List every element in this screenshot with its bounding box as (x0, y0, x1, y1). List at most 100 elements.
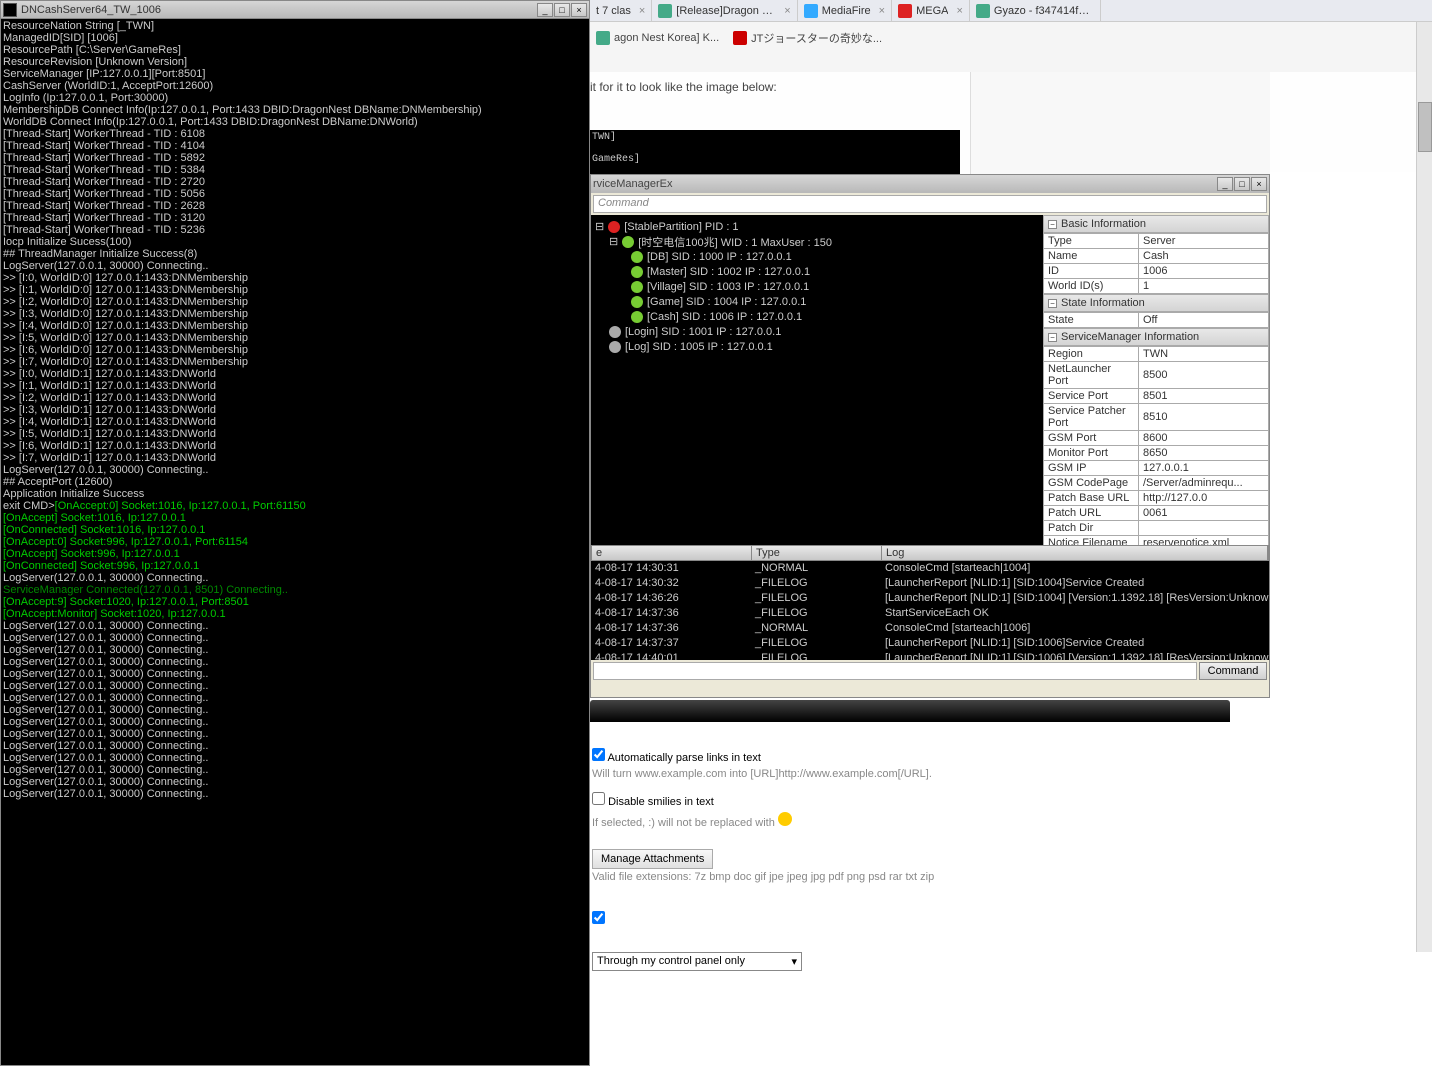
command-row: Command (591, 660, 1269, 682)
bookmark-link[interactable]: JTジョースターの奇妙な... (733, 30, 882, 46)
state-info-header[interactable]: −State Information (1043, 294, 1269, 312)
notification-dropdown[interactable]: Through my control panel only▾ (592, 952, 802, 971)
col-log[interactable]: Log (882, 546, 1268, 560)
browser-toolbar: agon Nest Korea] K... JTジョースターの奇妙な... (590, 22, 1432, 72)
favicon-icon (976, 4, 990, 18)
tab-2[interactable]: MediaFire× (798, 0, 892, 21)
log-row[interactable]: 4-08-17 14:37:36_FILELOGStartServiceEach… (591, 606, 1269, 621)
command-input[interactable] (593, 662, 1197, 680)
server-icon (631, 296, 643, 308)
favicon-icon (596, 31, 610, 45)
col-time[interactable]: e (592, 546, 752, 560)
extensions-hint: Valid file extensions: 7z bmp doc gif jp… (592, 871, 1228, 883)
scrollbar-thumb[interactable] (1418, 102, 1432, 152)
option-parse-links: Automatically parse links in text (592, 748, 1228, 764)
tree-db[interactable]: [DB] SID : 1000 IP : 127.0.0.1 (595, 249, 1039, 264)
forum-header-bar (590, 700, 1230, 722)
server-icon (631, 311, 643, 323)
log-rows[interactable]: 4-08-17 14:30:31_NORMALConsoleCmd [start… (591, 561, 1269, 660)
world-icon (622, 236, 634, 248)
close-button[interactable]: × (1251, 177, 1267, 191)
close-icon[interactable]: × (956, 5, 962, 17)
tree-village[interactable]: [Village] SID : 1003 IP : 127.0.0.1 (595, 279, 1039, 294)
server-icon (609, 341, 621, 353)
command-input-top[interactable]: Command (593, 195, 1267, 213)
console-log1: LogServer(127.0.0.1, 30000) Connecting.. (3, 572, 208, 584)
screenshot-preview: TWN] GameRes] (590, 130, 960, 180)
option-label: Disable smilies in text (608, 796, 714, 808)
close-button[interactable]: × (571, 3, 587, 17)
console-title: DNCashServer64_TW_1006 (21, 4, 537, 16)
close-icon[interactable]: × (784, 5, 790, 17)
browser-tabstrip: t 7 clas× [Release]Dragon Nest 7 cla× Me… (590, 0, 1432, 22)
tree-cash[interactable]: [Cash] SID : 1006 IP : 127.0.0.1 (595, 309, 1039, 324)
disable-smilies-checkbox[interactable] (592, 792, 605, 805)
log-row[interactable]: 4-08-17 14:30:32_FILELOG[LauncherReport … (591, 576, 1269, 591)
manage-attachments-button[interactable]: Manage Attachments (592, 849, 713, 869)
cmd-icon (3, 3, 17, 17)
forum-options-panel: Automatically parse links in text Will t… (590, 700, 1230, 975)
tab-4[interactable]: Gyazo - f347414f379 (970, 0, 1101, 21)
close-icon[interactable]: × (639, 5, 645, 17)
collapse-icon[interactable]: − (1048, 220, 1057, 229)
console-titlebar[interactable]: DNCashServer64_TW_1006 _ □ × (1, 1, 589, 19)
favicon-icon (898, 4, 912, 18)
console-exit: exit CMD> (3, 500, 55, 512)
browser-scrollbar[interactable] (1416, 22, 1432, 952)
tree-login[interactable]: [Login] SID : 1001 IP : 127.0.0.1 (595, 324, 1039, 339)
tree-world[interactable]: ⊟[时空电信100兆] WID : 1 MaxUser : 150 (595, 234, 1039, 249)
command-button[interactable]: Command (1199, 662, 1267, 680)
partition-icon (608, 221, 620, 233)
favicon-icon (658, 4, 672, 18)
youtube-icon (733, 31, 747, 45)
service-manager-window: rviceManagerEx _ □ × Command ⊟[StablePar… (590, 174, 1270, 698)
collapse-icon[interactable]: − (1048, 299, 1057, 308)
tab-3[interactable]: MEGA× (892, 0, 970, 21)
console-text-white: ResourceNation String [_TWN] ManagedID[S… (3, 20, 482, 500)
col-type[interactable]: Type (752, 546, 882, 560)
tree-game[interactable]: [Game] SID : 1004 IP : 127.0.0.1 (595, 294, 1039, 309)
log-panel: e Type Log 4-08-17 14:30:31_NORMALConsol… (591, 545, 1269, 660)
basic-info-table: TypeServer NameCash ID1006 World ID(s)1 (1043, 233, 1269, 294)
option-hint: If selected, :) will not be replaced wit… (592, 812, 1228, 829)
basic-info-header[interactable]: −Basic Information (1043, 215, 1269, 233)
tab-1[interactable]: [Release]Dragon Nest 7 cla× (652, 0, 797, 21)
console-output: ResourceNation String [_TWN] ManagedID[S… (1, 19, 589, 1065)
chevron-down-icon: ▾ (791, 955, 797, 968)
log-row[interactable]: 4-08-17 14:37:36_NORMALConsoleCmd [start… (591, 621, 1269, 636)
maximize-button[interactable]: □ (554, 3, 570, 17)
svcmgr-title: rviceManagerEx (593, 178, 1217, 190)
favicon-icon (804, 4, 818, 18)
log-row[interactable]: 4-08-17 14:30:31_NORMALConsoleCmd [start… (591, 561, 1269, 576)
parse-links-checkbox[interactable] (592, 748, 605, 761)
console-svcmgr: ServiceManager Connected(127.0.0.1, 8501… (3, 584, 288, 596)
log-row[interactable]: 4-08-17 14:40:01_FILELOG[LauncherReport … (591, 651, 1269, 660)
log-row[interactable]: 4-08-17 14:36:26_FILELOG[LauncherReport … (591, 591, 1269, 606)
log-row[interactable]: 4-08-17 14:37:37_FILELOG[LauncherReport … (591, 636, 1269, 651)
collapse-icon[interactable]: − (1048, 333, 1057, 342)
smiley-icon (778, 812, 792, 826)
close-icon[interactable]: × (879, 5, 885, 17)
state-info-table: StateOff (1043, 312, 1269, 328)
server-icon (631, 281, 643, 293)
sm-info-header[interactable]: −ServiceManager Information (1043, 328, 1269, 346)
svcmgr-titlebar[interactable]: rviceManagerEx _ □ × (591, 175, 1269, 193)
option-hint: Will turn www.example.com into [URL]http… (592, 768, 1228, 780)
notification-checkbox[interactable] (592, 911, 605, 924)
sm-info-table: RegionTWN NetLauncher Port8500 Service P… (1043, 346, 1269, 545)
option-disable-smilies: Disable smilies in text (592, 792, 1228, 808)
tree-partition[interactable]: ⊟[StablePartition] PID : 1 (595, 219, 1039, 234)
minimize-button[interactable]: _ (1217, 177, 1233, 191)
info-panel: −Basic Information TypeServer NameCash I… (1043, 215, 1269, 545)
maximize-button[interactable]: □ (1234, 177, 1250, 191)
bookmark-link[interactable]: agon Nest Korea] K... (596, 31, 719, 45)
server-icon (631, 266, 643, 278)
option-label: Automatically parse links in text (607, 752, 760, 764)
tab-0[interactable]: t 7 clas× (590, 0, 652, 21)
tree-master[interactable]: [Master] SID : 1002 IP : 127.0.0.1 (595, 264, 1039, 279)
server-tree: ⊟[StablePartition] PID : 1 ⊟[时空电信100兆] W… (591, 215, 1043, 545)
minimize-button[interactable]: _ (537, 3, 553, 17)
tree-log[interactable]: [Log] SID : 1005 IP : 127.0.0.1 (595, 339, 1039, 354)
console-log-repeat: LogServer(127.0.0.1, 30000) Connecting..… (3, 620, 208, 800)
console-green2: [OnAccept:9] Socket:1020, Ip:127.0.0.1, … (3, 596, 249, 620)
